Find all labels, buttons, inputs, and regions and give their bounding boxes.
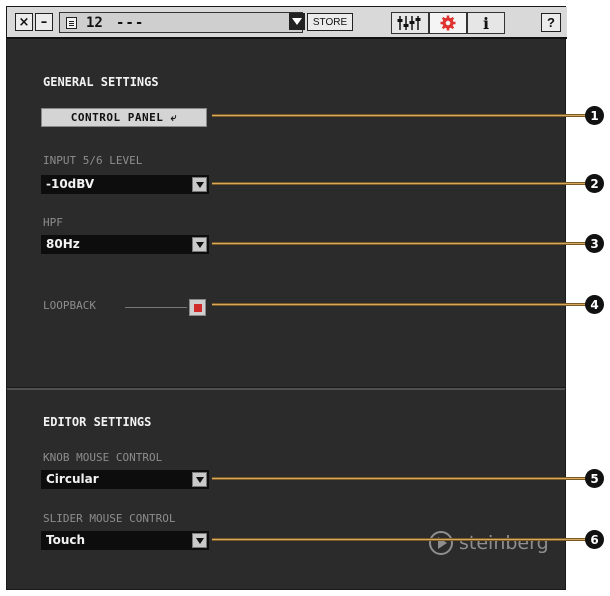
input-level-label: INPUT 5/6 LEVEL (43, 154, 143, 167)
minimize-button[interactable]: – (35, 13, 53, 31)
slider-mouse-control-dropdown[interactable]: Touch (41, 531, 209, 550)
tab-mixer[interactable] (391, 12, 429, 34)
toolbar: × – 12 --- STORE i ? (7, 7, 567, 39)
scene-document-icon (66, 17, 77, 29)
callout-line-1 (212, 114, 588, 117)
knob-mouse-control-value: Circular (46, 472, 99, 486)
close-button[interactable]: × (15, 13, 33, 31)
general-settings-title: GENERAL SETTINGS (43, 75, 159, 89)
gear-icon (440, 15, 456, 31)
input-level-dropdown[interactable]: -10dBV (41, 175, 209, 194)
callout-badge-2: 2 (585, 174, 604, 193)
callout-badge-3: 3 (585, 234, 604, 253)
knob-dropdown-arrow[interactable] (192, 472, 207, 487)
help-button[interactable]: ? (541, 13, 561, 32)
loopback-leader-line (125, 307, 187, 308)
steinberg-logo: steinberg (429, 531, 549, 555)
loopback-on-indicator (193, 303, 202, 312)
input-level-dropdown-arrow[interactable] (192, 177, 207, 192)
callout-line-5 (212, 477, 588, 480)
tab-settings[interactable] (429, 12, 467, 34)
callout-line-6 (212, 538, 588, 541)
callout-line-3 (212, 242, 588, 245)
callout-badge-5: 5 (585, 469, 604, 488)
loopback-label: LOOPBACK (43, 299, 96, 312)
help-icon: ? (547, 15, 555, 30)
slider-mouse-control-label: SLIDER MOUSE CONTROL (43, 512, 176, 525)
callout-badge-4: 4 (585, 295, 604, 314)
editor-window: × – 12 --- STORE i ? GENERAL SETTINGS CO… (6, 6, 567, 590)
chevron-down-icon (195, 181, 204, 188)
hpf-label: HPF (43, 216, 63, 229)
info-icon: i (482, 13, 490, 33)
scene-dropdown-button[interactable] (289, 13, 305, 30)
knob-mouse-control-label: KNOB MOUSE CONTROL (43, 451, 163, 464)
input-level-value: -10dBV (46, 177, 95, 191)
hpf-dropdown[interactable]: 80Hz (41, 235, 209, 254)
hpf-dropdown-arrow[interactable] (192, 237, 207, 252)
hpf-value: 80Hz (46, 237, 80, 251)
steinberg-wordmark: steinberg (459, 532, 549, 554)
chevron-down-icon (292, 18, 302, 25)
scene-number: 12 (86, 15, 103, 31)
chevron-down-icon (195, 241, 204, 248)
chevron-down-icon (195, 537, 204, 544)
editor-settings-title: EDITOR SETTINGS (43, 415, 152, 429)
control-panel-button[interactable]: CONTROL PANEL ⤶ (41, 108, 207, 127)
slider-dropdown-arrow[interactable] (192, 533, 207, 548)
store-button[interactable]: STORE (307, 13, 353, 31)
mixer-faders-icon (397, 16, 421, 30)
steinberg-play-icon (429, 531, 453, 555)
scene-name: --- (116, 15, 145, 31)
tab-info[interactable]: i (467, 12, 505, 34)
callout-line-2 (212, 182, 588, 185)
section-divider (7, 387, 565, 390)
knob-mouse-control-dropdown[interactable]: Circular (41, 470, 209, 489)
callout-badge-1: 1 (585, 106, 604, 125)
slider-mouse-control-value: Touch (46, 533, 86, 547)
scene-selector[interactable]: 12 --- (59, 12, 303, 33)
chevron-down-icon (195, 476, 204, 483)
loopback-checkbox[interactable] (189, 299, 206, 316)
callout-line-4 (212, 303, 588, 306)
callout-badge-6: 6 (585, 530, 604, 549)
